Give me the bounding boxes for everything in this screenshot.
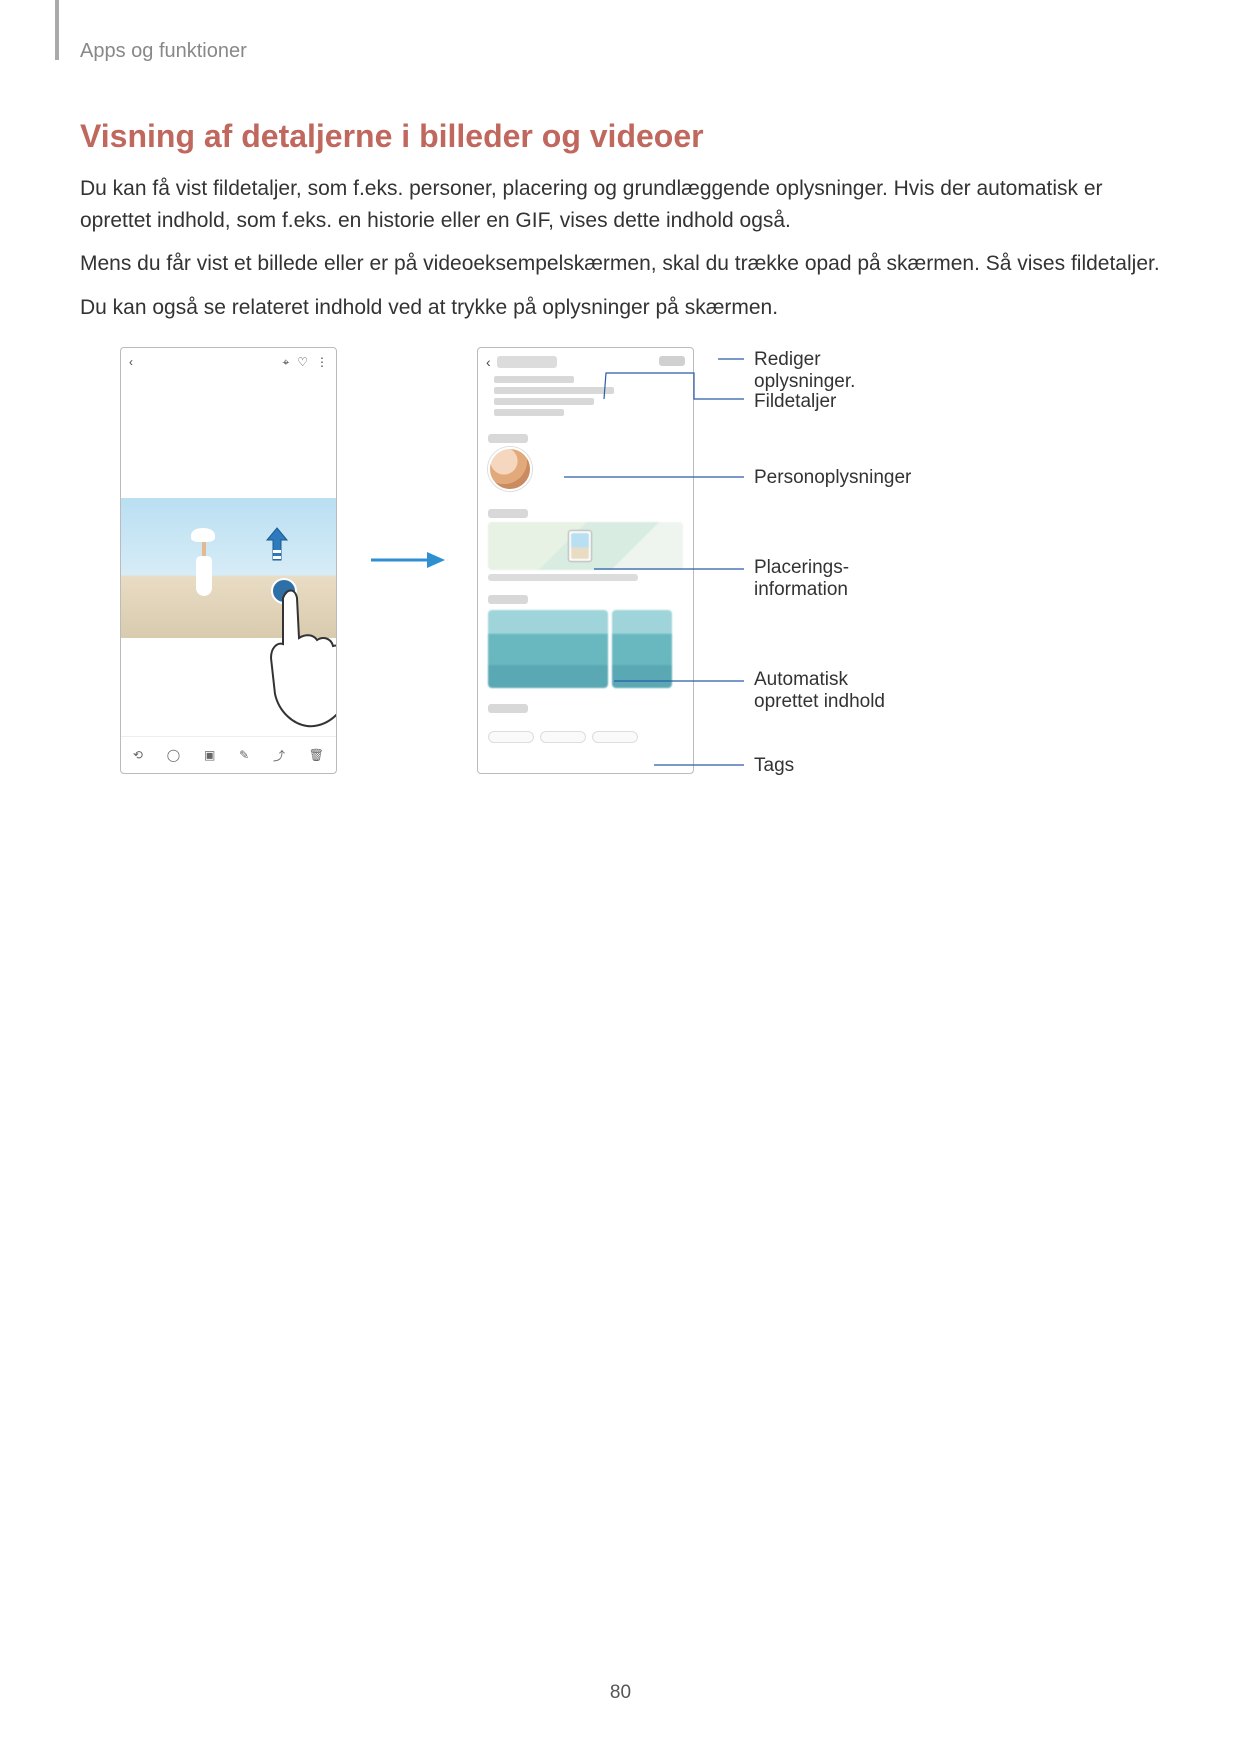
details-title-blurred <box>497 356 557 368</box>
more-icon[interactable]: ⋮ <box>316 355 328 370</box>
transition-arrow <box>367 347 447 772</box>
auto-content-label-blurred <box>488 595 528 604</box>
tag-pill[interactable] <box>488 731 534 743</box>
location-map[interactable] <box>488 522 683 570</box>
heart-icon[interactable]: ♡ <box>297 355 308 370</box>
section-title: Visning af detaljerne i billeder og vide… <box>80 118 1161 155</box>
edit-info-button[interactable] <box>659 356 685 366</box>
adjust-icon[interactable]: ◯ <box>167 748 180 762</box>
callout-edit-info: oplysninger. <box>754 371 855 393</box>
back-icon[interactable]: ‹ <box>129 355 133 369</box>
tag-pill[interactable] <box>540 731 586 743</box>
swipe-up-arrow-icon <box>265 526 289 566</box>
auto-adjust-icon[interactable]: ⟲ <box>133 748 143 762</box>
person-avatar[interactable] <box>488 447 532 491</box>
callout-auto-content: Automatisk <box>754 669 885 691</box>
bixby-vision-icon[interactable]: ⌖ <box>282 355 289 370</box>
phone-details-view: ‹ <box>477 347 694 774</box>
auto-content-thumb[interactable] <box>612 610 672 688</box>
figure-row: ‹ ⌖ ♡ ⋮ <box>120 347 1161 774</box>
page-number: 80 <box>0 1682 1241 1704</box>
callout-tags: Tags <box>754 755 794 777</box>
gesture-hand <box>261 578 337 738</box>
paragraph-3: Du kan også se relateret indhold ved at … <box>80 292 1161 324</box>
location-caption-blurred <box>488 574 638 581</box>
map-photo-marker <box>568 530 592 562</box>
header-marker <box>55 0 59 60</box>
auto-content-thumb[interactable] <box>488 610 608 688</box>
tags-row <box>488 731 683 743</box>
crop-icon[interactable]: ▣ <box>204 748 215 762</box>
share-icon[interactable]: ⤴ <box>273 747 285 764</box>
callout-auto-content: oprettet indhold <box>754 691 885 713</box>
people-label-blurred <box>488 434 528 443</box>
girl-figure <box>191 528 217 598</box>
auto-content-row <box>488 610 683 688</box>
tags-label-blurred <box>488 704 528 713</box>
paragraph-1: Du kan få vist fildetaljer, som f.eks. p… <box>80 173 1161 236</box>
callout-edit-info: Rediger <box>754 349 855 371</box>
arrow-right-icon <box>367 548 447 572</box>
callout-person-info: Personoplysninger <box>754 467 911 489</box>
phone-image-viewer: ‹ ⌖ ♡ ⋮ <box>120 347 337 774</box>
file-details-block <box>478 376 693 426</box>
location-label-blurred <box>488 509 528 518</box>
callout-file-details: Fildetaljer <box>754 391 836 413</box>
paragraph-2: Mens du får vist et billede eller er på … <box>80 248 1161 280</box>
callout-location-info: Placerings- <box>754 557 849 579</box>
viewer-topbar: ‹ ⌖ ♡ ⋮ <box>121 348 336 376</box>
manual-page: Apps og funktioner Visning af detaljerne… <box>0 0 1241 1754</box>
breadcrumb: Apps og funktioner <box>80 40 1161 63</box>
tag-pill[interactable] <box>592 731 638 743</box>
draw-icon[interactable]: ✎ <box>239 748 249 762</box>
back-icon[interactable]: ‹ <box>486 354 491 370</box>
callout-column: Rediger oplysninger. Fildetaljer Persono… <box>724 347 984 772</box>
viewer-bottombar: ⟲ ◯ ▣ ✎ ⤴ 🗑 <box>121 736 336 773</box>
delete-icon[interactable]: 🗑 <box>309 748 324 762</box>
callout-location-info: information <box>754 579 849 601</box>
